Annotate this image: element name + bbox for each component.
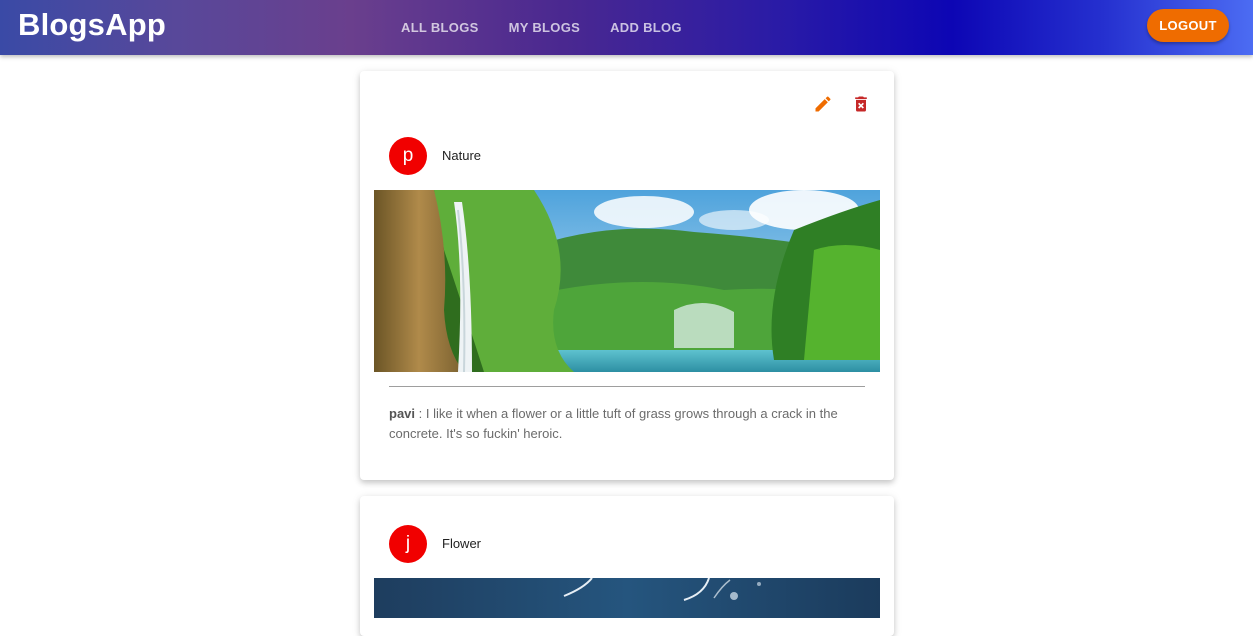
blog-card: j Flower: [360, 496, 894, 636]
blog-title: Nature: [442, 148, 482, 163]
blog-image: [374, 190, 880, 372]
divider: [389, 386, 865, 387]
logout-button[interactable]: LOGOUT: [1147, 9, 1229, 42]
delete-button[interactable]: [849, 92, 873, 116]
main-nav: ALL BLOGS MY BLOGS ADD BLOG: [386, 0, 697, 55]
avatar: j: [389, 525, 427, 563]
blog-image: [374, 578, 880, 618]
edit-button[interactable]: [811, 92, 835, 116]
blog-author: pavi: [389, 406, 416, 421]
tab-my-blogs[interactable]: MY BLOGS: [494, 20, 596, 35]
delete-icon: [855, 96, 867, 112]
blog-card: p Nature pavi: I like it when a flower …: [360, 71, 894, 480]
app-logo-title: BlogsApp: [18, 7, 166, 42]
author-separator: :: [415, 406, 426, 421]
blog-title: Flower: [442, 536, 482, 551]
edit-icon: [815, 96, 831, 112]
blog-description: pavi : I like it when a flower or a litt…: [389, 404, 865, 444]
avatar: p: [389, 137, 427, 175]
tab-all-blogs[interactable]: ALL BLOGS: [386, 20, 494, 35]
tab-add-blog[interactable]: ADD BLOG: [595, 20, 697, 35]
blog-text: I like it when a flower or a little tuft…: [389, 406, 838, 441]
app-bar: BlogsApp ALL BLOGS MY BLOGS ADD BLOG LOG…: [0, 0, 1253, 55]
